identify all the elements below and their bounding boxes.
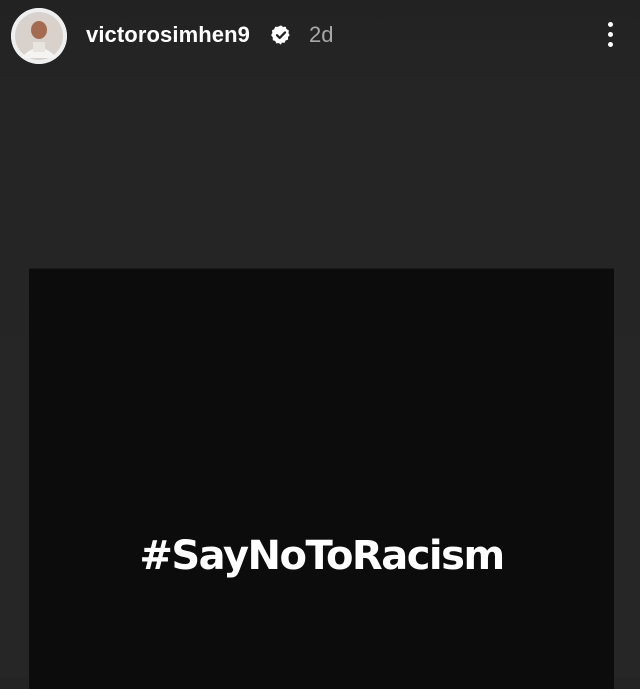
story-timestamp: 2d <box>309 22 334 47</box>
story-viewer: victorosimhen9 2d #SayNoToRacism <box>0 0 640 689</box>
more-dot <box>607 31 613 37</box>
username[interactable]: victorosimhen9 <box>86 20 250 50</box>
more-dot <box>607 41 613 47</box>
profile-avatar-icon[interactable] <box>11 8 67 64</box>
more-dot <box>607 21 613 27</box>
avatar-image <box>11 8 67 64</box>
verified-badge-icon <box>270 24 292 46</box>
more-vertical-icon[interactable] <box>594 14 626 54</box>
story-header: victorosimhen9 2d <box>0 0 640 72</box>
hashtag-text: #SayNoToRacism <box>139 533 505 579</box>
story-media-card[interactable]: #SayNoToRacism <box>29 268 614 689</box>
